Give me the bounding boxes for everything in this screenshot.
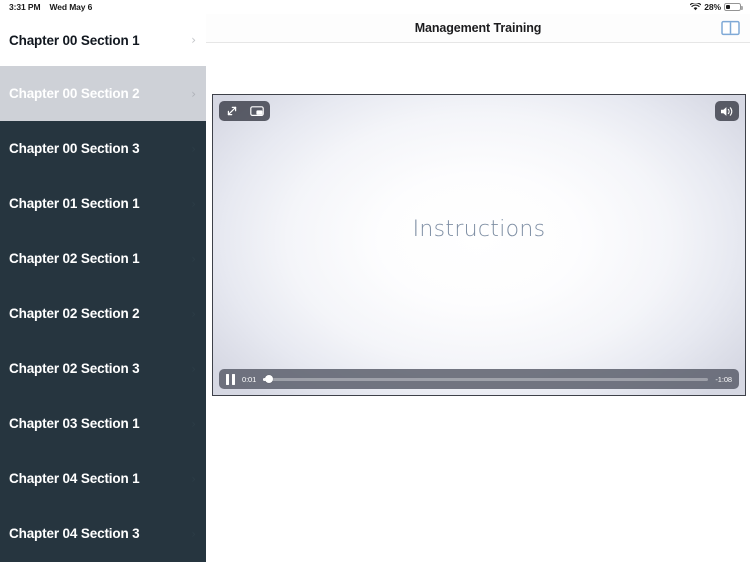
chevron-right-icon: ›: [191, 526, 196, 541]
sidebar-item-chapter-04-section-3[interactable]: Chapter 04 Section 3 ›: [0, 506, 206, 561]
status-bar: 3:31 PM Wed May 6 28%: [0, 0, 750, 14]
chevron-right-icon: ›: [191, 361, 196, 376]
sidebar-item-chapter-02-section-2[interactable]: Chapter 02 Section 2 ›: [0, 286, 206, 341]
sidebar-item-label: Chapter 03 Section 1: [9, 416, 140, 431]
status-bar-right: 28%: [690, 0, 743, 16]
chevron-right-icon: ›: [191, 33, 196, 47]
sidebar-item-label: Chapter 02 Section 3: [9, 361, 140, 376]
navigation-bar: Management Training: [206, 14, 750, 43]
app-screen: 3:31 PM Wed May 6 28% Chapter 00 Section…: [0, 0, 750, 562]
status-bar-left: 3:31 PM Wed May 6: [9, 2, 92, 12]
chevron-right-icon: ›: [191, 86, 196, 101]
sidebar-item-label: Chapter 04 Section 1: [9, 471, 140, 486]
main-content: Management Training Instructions 0:01 -1…: [206, 14, 750, 562]
time-elapsed: 0:01: [242, 374, 257, 384]
video-canvas: [213, 95, 745, 395]
battery-percent: 28%: [704, 2, 721, 12]
sidebar-item-label: Chapter 02 Section 1: [9, 251, 140, 266]
sidebar-item-label: Chapter 00 Section 3: [9, 141, 140, 156]
sidebar-item-chapter-04-section-1[interactable]: Chapter 04 Section 1 ›: [0, 451, 206, 506]
battery-fill: [726, 4, 731, 10]
video-playback-bar[interactable]: 0:01 -1:08: [219, 369, 739, 389]
chevron-right-icon: ›: [191, 416, 196, 431]
sidebar-item-chapter-00-section-1[interactable]: Chapter 00 Section 1 ›: [0, 14, 206, 66]
chevron-right-icon: ›: [191, 251, 196, 266]
sidebar-item-label: Chapter 00 Section 1: [9, 32, 140, 48]
chevron-right-icon: ›: [191, 306, 196, 321]
time-remaining: -1:08: [715, 374, 732, 384]
battery-icon: [724, 2, 743, 12]
chapter-sidebar[interactable]: Chapter 00 Section 1 › Chapter 00 Sectio…: [0, 14, 206, 562]
video-player[interactable]: Instructions 0:01 -1:08: [212, 94, 746, 396]
status-time: 3:31 PM: [9, 2, 41, 12]
sidebar-item-chapter-02-section-3[interactable]: Chapter 02 Section 3 ›: [0, 341, 206, 396]
sidebar-item-chapter-02-section-1[interactable]: Chapter 02 Section 1 ›: [0, 231, 206, 286]
sidebar-item-label: Chapter 02 Section 2: [9, 306, 140, 321]
sidebar-item-label: Chapter 04 Section 3: [9, 526, 140, 541]
status-date: Wed May 6: [49, 2, 93, 12]
chevron-right-icon: ›: [191, 196, 196, 211]
wifi-icon: [690, 0, 702, 16]
expand-icon[interactable]: [224, 104, 240, 118]
sidebar-item-chapter-00-section-2[interactable]: Chapter 00 Section 2 ›: [0, 66, 206, 121]
book-icon[interactable]: [718, 17, 742, 39]
picture-in-picture-icon[interactable]: [249, 104, 265, 118]
sidebar-item-chapter-00-section-3[interactable]: Chapter 00 Section 3 ›: [0, 121, 206, 176]
page-title: Management Training: [414, 21, 542, 35]
scrubber-handle[interactable]: [265, 375, 274, 383]
sidebar-item-label: Chapter 00 Section 2: [9, 86, 140, 101]
video-scrubber[interactable]: [263, 375, 709, 383]
chevron-right-icon: ›: [191, 471, 196, 486]
video-top-left-controls: [219, 101, 270, 121]
sidebar-item-label: Chapter 01 Section 1: [9, 196, 140, 211]
sidebar-item-chapter-03-section-1[interactable]: Chapter 03 Section 1 ›: [0, 396, 206, 451]
chevron-right-icon: ›: [191, 141, 196, 156]
pause-icon[interactable]: [226, 373, 235, 385]
volume-icon[interactable]: [715, 101, 739, 121]
video-title-overlay: Instructions: [412, 217, 546, 242]
sidebar-item-chapter-01-section-1[interactable]: Chapter 01 Section 1 ›: [0, 176, 206, 231]
